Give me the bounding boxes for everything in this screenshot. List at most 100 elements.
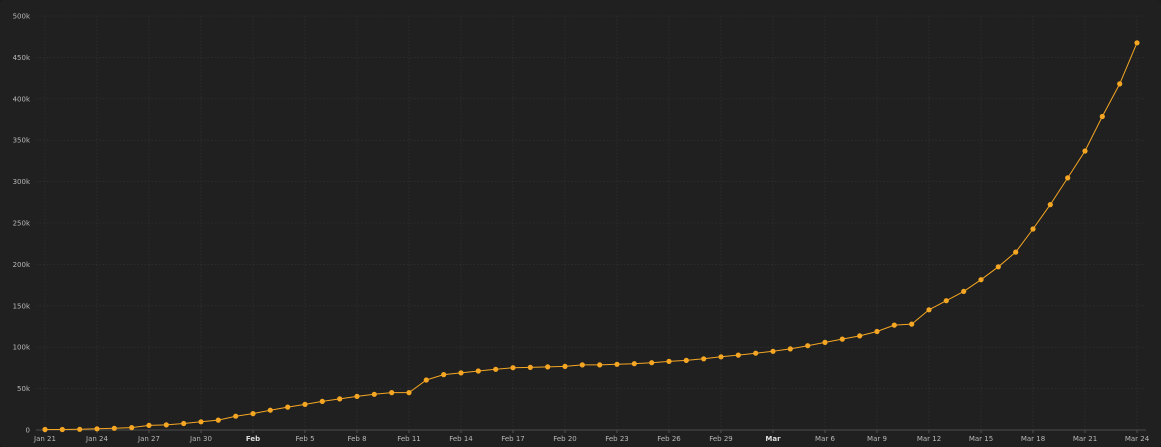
y-tick-label: 0 xyxy=(26,427,30,435)
data-point[interactable] xyxy=(718,354,724,360)
data-point[interactable] xyxy=(458,370,464,376)
x-tick-label: Mar 21 xyxy=(1073,435,1097,443)
y-tick-label: 100k xyxy=(13,344,31,352)
data-point[interactable] xyxy=(527,364,533,370)
y-tick-label: 50k xyxy=(17,385,31,393)
data-point[interactable] xyxy=(146,422,152,428)
data-point[interactable] xyxy=(909,321,915,327)
y-tick-label: 350k xyxy=(13,137,31,145)
x-tick-label: Mar 9 xyxy=(867,435,887,443)
data-point[interactable] xyxy=(562,363,568,369)
data-point[interactable] xyxy=(666,358,672,364)
data-point[interactable] xyxy=(1134,40,1140,46)
data-point[interactable] xyxy=(1047,202,1053,208)
x-tick-label: Jan 24 xyxy=(85,435,108,443)
x-tick-label: Feb 17 xyxy=(501,435,525,443)
y-tick-label: 400k xyxy=(13,95,31,103)
line-chart: 0 50k 100k 150k 200k 250k 300k 350k 400k 450k 500k… xyxy=(0,0,1161,447)
data-point[interactable] xyxy=(389,390,395,396)
data-point[interactable] xyxy=(1099,113,1105,120)
data-point[interactable] xyxy=(250,411,256,417)
y-tick-label: 250k xyxy=(13,220,31,228)
y-tick-label: 150k xyxy=(13,302,31,310)
data-point[interactable] xyxy=(510,365,516,371)
x-tick-label: Feb 14 xyxy=(449,435,473,443)
y-tick-label: 300k xyxy=(13,178,31,186)
data-point[interactable] xyxy=(354,393,360,399)
y-tick-label: 200k xyxy=(13,261,31,269)
chart-background xyxy=(0,0,1161,447)
data-point[interactable] xyxy=(129,425,135,431)
data-point[interactable] xyxy=(475,368,481,374)
data-point[interactable] xyxy=(614,361,620,367)
data-point[interactable] xyxy=(943,298,949,304)
data-point[interactable] xyxy=(1030,226,1036,232)
data-point[interactable] xyxy=(198,419,204,425)
data-point[interactable] xyxy=(371,391,377,397)
data-point[interactable] xyxy=(631,361,637,367)
x-tick-label: Feb 8 xyxy=(347,435,366,443)
data-point[interactable] xyxy=(285,404,291,410)
x-tick-label: Mar xyxy=(765,435,781,443)
data-point[interactable] xyxy=(267,407,273,413)
data-point[interactable] xyxy=(683,357,689,363)
y-tick-label: 500k xyxy=(13,13,31,21)
chart-container: 0 50k 100k 150k 200k 250k 300k 350k 400k 450k 500k… xyxy=(0,0,1161,447)
data-point[interactable] xyxy=(1082,148,1088,154)
data-point[interactable] xyxy=(441,372,447,378)
data-point[interactable] xyxy=(597,362,603,368)
x-tick-label: Feb xyxy=(246,435,260,443)
data-point[interactable] xyxy=(493,366,499,372)
data-point[interactable] xyxy=(215,417,221,423)
x-tick-label: Mar 6 xyxy=(815,435,835,443)
x-tick-label: Feb 23 xyxy=(605,435,629,443)
data-point[interactable] xyxy=(423,377,429,383)
data-point[interactable] xyxy=(701,356,707,362)
data-point[interactable] xyxy=(891,322,897,328)
data-point[interactable] xyxy=(545,364,551,370)
data-point[interactable] xyxy=(805,343,811,349)
data-point[interactable] xyxy=(181,420,187,427)
data-point[interactable] xyxy=(839,336,845,342)
data-point[interactable] xyxy=(302,401,308,407)
x-tick-label: Feb 29 xyxy=(709,435,733,443)
x-tick-label: Feb 20 xyxy=(553,435,577,443)
data-point[interactable] xyxy=(770,348,776,354)
data-point[interactable] xyxy=(787,346,793,352)
x-tick-label: Feb 5 xyxy=(295,435,314,443)
data-point[interactable] xyxy=(1065,175,1071,181)
x-tick-label: Jan 27 xyxy=(137,435,160,443)
data-point[interactable] xyxy=(978,277,984,283)
data-point[interactable] xyxy=(649,360,655,366)
x-tick-label: Mar 12 xyxy=(917,435,941,443)
data-point[interactable] xyxy=(337,396,343,402)
x-tick-label: Feb 11 xyxy=(397,435,421,443)
data-point[interactable] xyxy=(77,426,83,432)
data-point[interactable] xyxy=(822,339,828,345)
data-point[interactable] xyxy=(94,426,100,432)
data-point[interactable] xyxy=(163,422,169,428)
x-tick-label: Mar 15 xyxy=(969,435,993,443)
data-point[interactable] xyxy=(42,426,48,433)
data-point[interactable] xyxy=(857,333,863,339)
data-point[interactable] xyxy=(233,413,239,419)
x-tick-label: Jan 30 xyxy=(189,435,212,443)
data-point[interactable] xyxy=(735,352,741,358)
data-point[interactable] xyxy=(59,426,65,433)
data-point[interactable] xyxy=(961,288,967,294)
data-point[interactable] xyxy=(995,264,1001,270)
data-point[interactable] xyxy=(926,307,932,313)
data-point[interactable] xyxy=(1013,249,1019,255)
x-tick-label: Jan 21 xyxy=(33,435,56,443)
x-tick-label: Mar 24 xyxy=(1125,435,1150,443)
x-tick-label: Feb 26 xyxy=(657,435,681,443)
y-tick-label: 450k xyxy=(13,54,31,62)
data-point[interactable] xyxy=(874,328,880,335)
data-point[interactable] xyxy=(319,398,325,404)
data-point[interactable] xyxy=(1117,81,1123,87)
data-point[interactable] xyxy=(406,390,412,396)
data-point[interactable] xyxy=(111,425,117,431)
x-tick-label: Mar 18 xyxy=(1021,435,1045,443)
data-point[interactable] xyxy=(579,362,585,368)
data-point[interactable] xyxy=(753,350,759,356)
